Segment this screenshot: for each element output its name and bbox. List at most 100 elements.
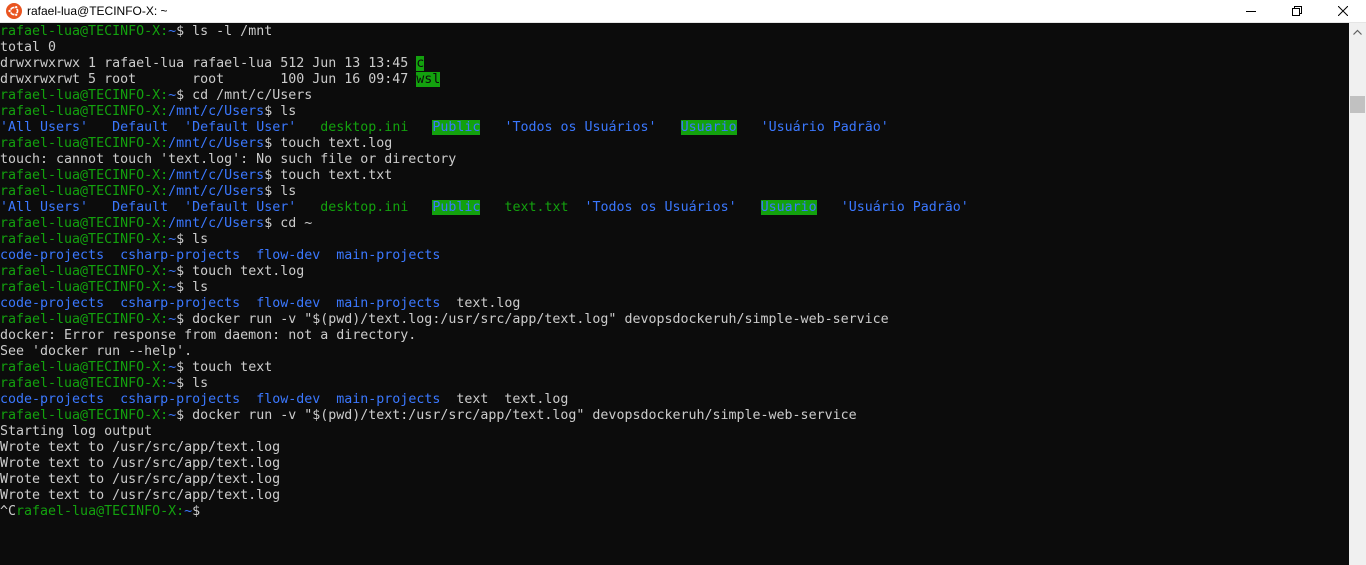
terminal-text: Wrote text to /usr/src/app/text.log (0, 440, 281, 455)
terminal-text: $ ls (176, 376, 209, 391)
terminal-line: rafael-lua@TECINFO-X:/mnt/c/Users$ cd ~ (0, 216, 312, 232)
prompt-path: /mnt/c/Users (168, 136, 265, 151)
terminal-line: code-projects csharp-projects flow-dev m… (0, 296, 520, 312)
terminal-line: rafael-lua@TECINFO-X:~$ touch text (0, 360, 272, 376)
prompt-user-host: rafael-lua@TECINFO-X: (0, 24, 169, 39)
terminal-text: csharp-projects (120, 392, 241, 407)
terminal-line: code-projects csharp-projects flow-dev m… (0, 392, 568, 408)
prompt-user-host: rafael-lua@TECINFO-X: (0, 376, 169, 391)
terminal-line: rafael-lua@TECINFO-X:~$ ls (0, 280, 208, 296)
minimize-button[interactable] (1228, 0, 1274, 22)
terminal-text: Default (112, 120, 169, 135)
prompt-path: /mnt/c/Users (168, 104, 265, 119)
scroll-thumb[interactable] (1350, 96, 1365, 113)
prompt-path: ~ (168, 264, 177, 279)
terminal-text: Wrote text to /usr/src/app/text.log (0, 456, 281, 471)
terminal-line: ^Crafael-lua@TECINFO-X:~$ (0, 504, 200, 520)
prompt-user-host: desktop.ini (320, 120, 409, 135)
terminal-line: Wrote text to /usr/src/app/text.log (0, 440, 280, 456)
terminal-text: $ ls (176, 280, 209, 295)
terminal-line: See 'docker run --help'. (0, 344, 192, 360)
terminal-output[interactable]: rafael-lua@TECINFO-X:~$ ls -l /mnt total … (0, 23, 1349, 565)
prompt-path: ~ (168, 280, 177, 295)
prompt-user-host: rafael-lua@TECINFO-X: (0, 104, 169, 119)
terminal-text: text.log (440, 296, 521, 311)
terminal-line: rafael-lua@TECINFO-X:~$ touch text.log (0, 264, 304, 280)
terminal-text: drwxrwxrwt 5 root root 100 Jun 16 09:47 (0, 72, 417, 87)
scroll-up-button[interactable] (1349, 23, 1366, 40)
terminal-line: drwxrwxrwt 5 root root 100 Jun 16 09:47 … (0, 72, 441, 88)
prompt-user-host: rafael-lua@TECINFO-X: (0, 216, 169, 231)
prompt-user-host: rafael-lua@TECINFO-X: (0, 360, 169, 375)
terminal-text: Default (112, 200, 169, 215)
terminal-text: Wrote text to /usr/src/app/text.log (0, 488, 281, 503)
terminal-line: rafael-lua@TECINFO-X:/mnt/c/Users$ ls (0, 104, 296, 120)
prompt-user-host: text.txt (504, 200, 569, 215)
terminal-line: code-projects csharp-projects flow-dev m… (0, 248, 440, 264)
prompt-path: /mnt/c/Users (168, 216, 265, 231)
terminal-text: $ cd ~ (264, 216, 313, 231)
prompt-user-host: rafael-lua@TECINFO-X: (0, 184, 169, 199)
title-bar[interactable]: rafael-lua@TECINFO-X: ~ (0, 0, 1366, 23)
terminal-line: Starting log output (0, 424, 152, 440)
terminal-line: 'All Users' Default 'Default User' deskt… (0, 200, 969, 216)
terminal-line: rafael-lua@TECINFO-X:~$ ls (0, 376, 208, 392)
ubuntu-icon (6, 3, 22, 19)
prompt-user-host: rafael-lua@TECINFO-X: (0, 232, 169, 247)
prompt-path: ~ (168, 24, 177, 39)
terminal-text: code-projects (0, 392, 105, 407)
prompt-user-host: rafael-lua@TECINFO-X: (0, 168, 169, 183)
terminal-line: Wrote text to /usr/src/app/text.log (0, 456, 280, 472)
prompt-user-host: rafael-lua@TECINFO-X: (0, 312, 169, 327)
vertical-scrollbar[interactable] (1349, 23, 1366, 565)
terminal-text: 'Todos os Usuários' (584, 200, 737, 215)
terminal-text: ^C (0, 504, 17, 519)
terminal-text: See 'docker run --help'. (0, 344, 193, 359)
maximize-button[interactable] (1274, 0, 1320, 22)
terminal-text: $ ls (264, 184, 297, 199)
terminal-text: docker: Error response from daemon: not … (0, 328, 417, 343)
terminal-line: rafael-lua@TECINFO-X:~$ docker run -v "$… (0, 408, 857, 424)
terminal-line: Wrote text to /usr/src/app/text.log (0, 488, 280, 504)
terminal-text: main-projects (336, 392, 441, 407)
close-button[interactable] (1320, 0, 1366, 22)
terminal-text: $ touch text.log (176, 264, 305, 279)
terminal-line: drwxrwxrwx 1 rafael-lua rafael-lua 512 J… (0, 56, 425, 72)
terminal-text: $ cd /mnt/c/Users (176, 88, 313, 103)
window-title: rafael-lua@TECINFO-X: ~ (27, 4, 168, 18)
terminal-line: rafael-lua@TECINFO-X:~$ ls (0, 232, 208, 248)
terminal-text: 'All Users' (0, 200, 89, 215)
terminal-text: wsl (416, 72, 441, 87)
terminal-line: rafael-lua@TECINFO-X:~$ docker run -v "$… (0, 312, 889, 328)
maximize-icon (1292, 6, 1302, 16)
close-icon (1338, 6, 1348, 16)
terminal-text: 'Default User' (184, 200, 297, 215)
prompt-path: ~ (168, 88, 177, 103)
terminal-text: Public (432, 200, 481, 215)
terminal-text: $ touch text.log (264, 136, 393, 151)
terminal-line: rafael-lua@TECINFO-X:/mnt/c/Users$ touch… (0, 168, 392, 184)
terminal-text: Usuario (760, 200, 817, 215)
terminal-text: 'All Users' (0, 120, 89, 135)
prompt-path: ~ (168, 376, 177, 391)
terminal-text: text text.log (440, 392, 569, 407)
terminal-text: $ touch text.txt (264, 168, 393, 183)
terminal-line: total 0 (0, 40, 56, 56)
prompt-user-host: rafael-lua@TECINFO-X: (0, 264, 169, 279)
terminal-line: 'All Users' Default 'Default User' deskt… (0, 120, 889, 136)
terminal-text: 'Todos os Usuários' (504, 120, 657, 135)
prompt-user-host: rafael-lua@TECINFO-X: (0, 408, 169, 423)
prompt-user-host: rafael-lua@TECINFO-X: (0, 280, 169, 295)
